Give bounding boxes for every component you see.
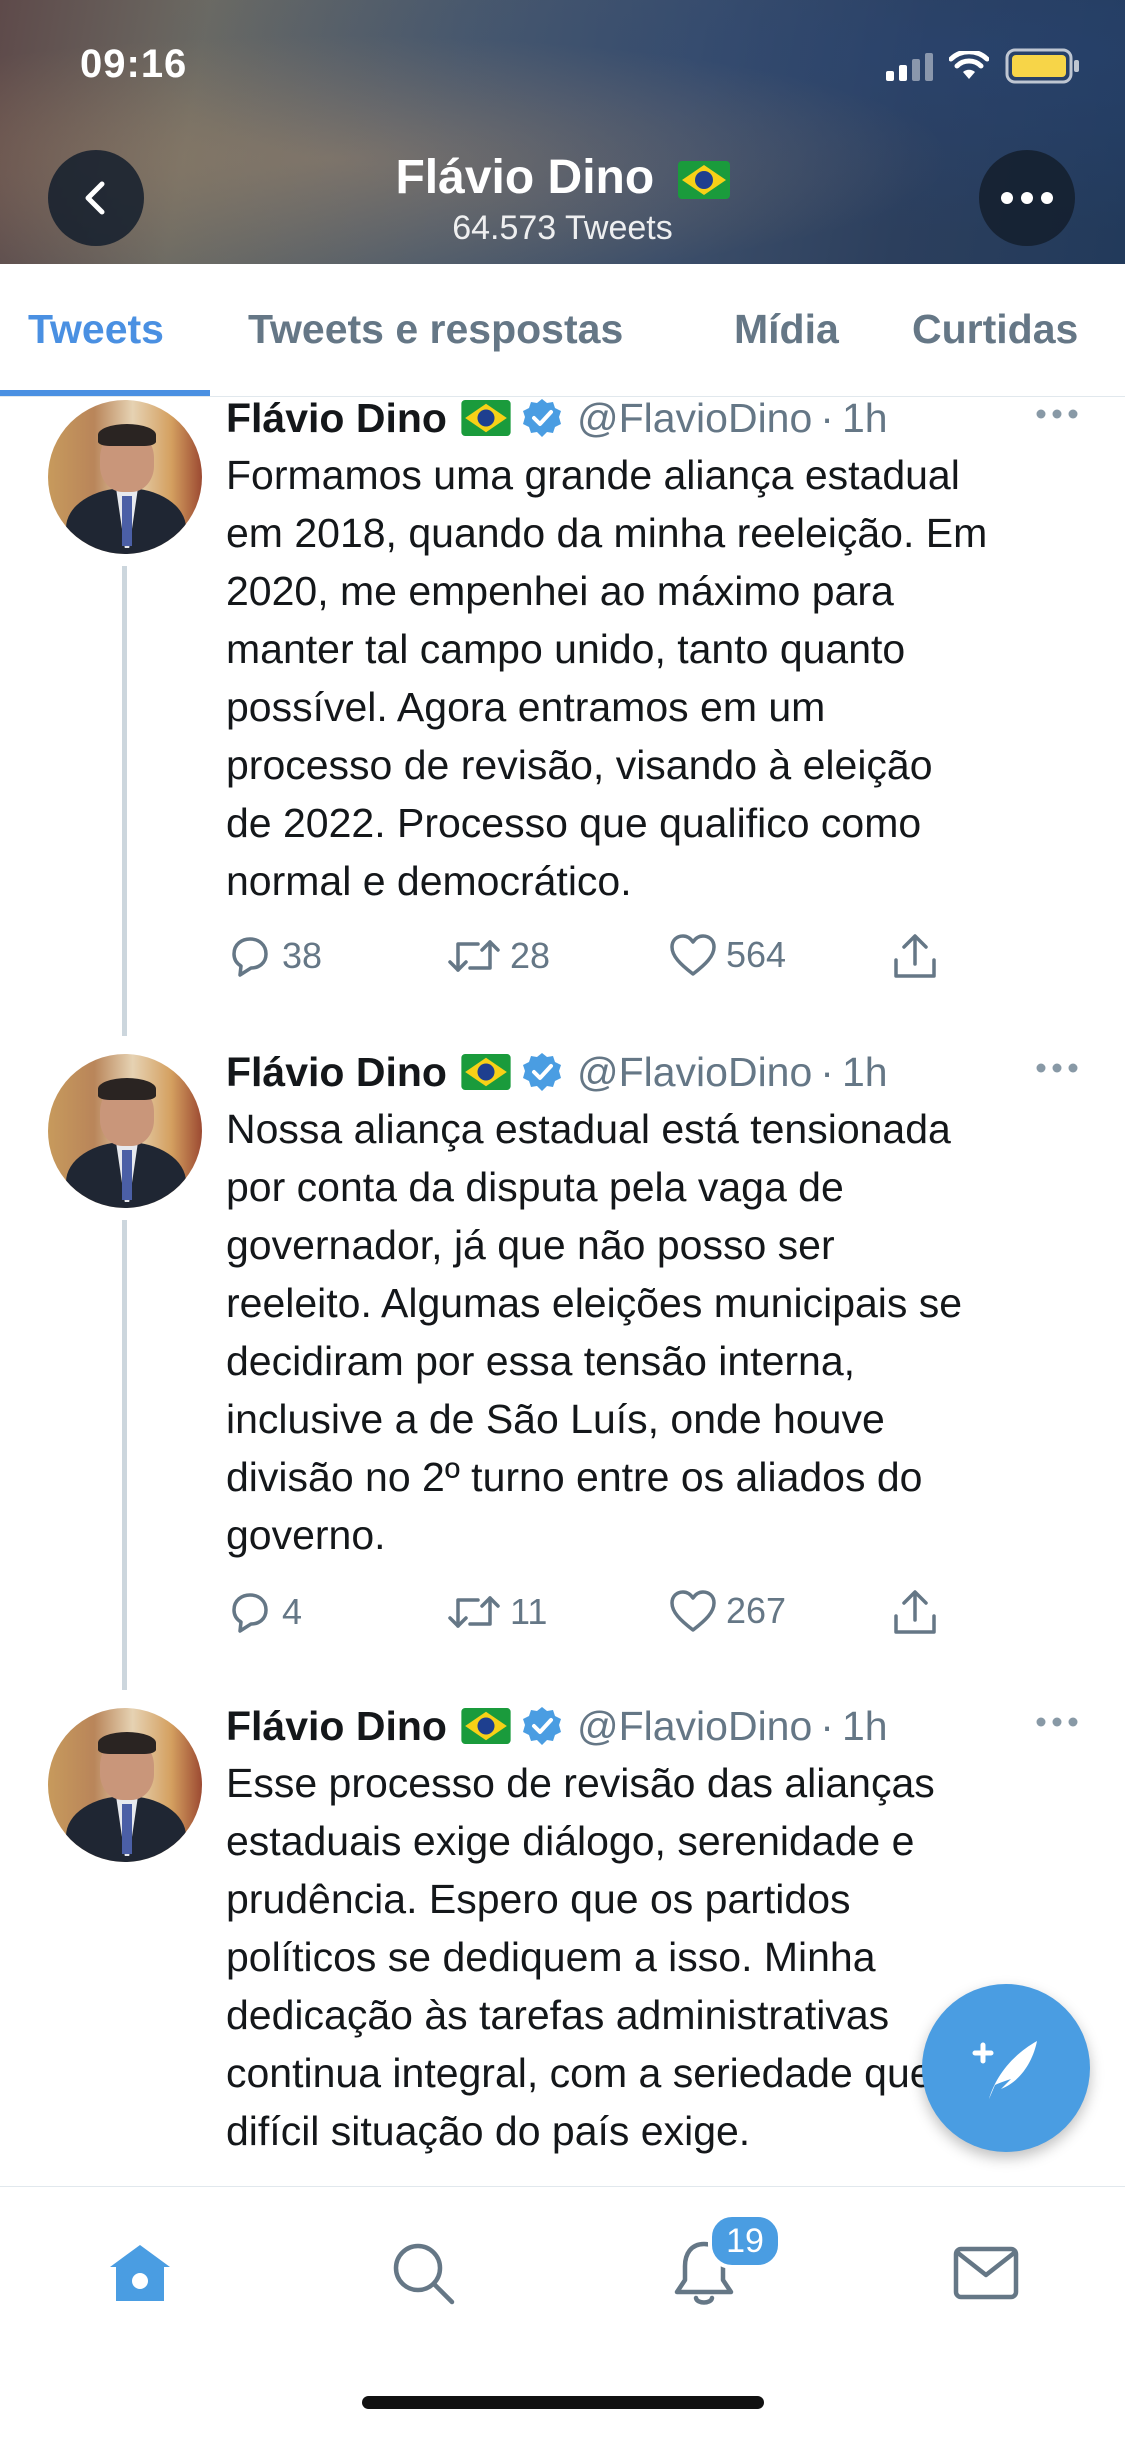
tab-media[interactable]: Mídia [734, 306, 839, 353]
reply-count: 38 [282, 935, 323, 976]
brazil-flag-icon [461, 1054, 511, 1090]
tweet-text: Nossa aliança estadual está tensionada p… [226, 1106, 963, 1558]
tab-likes[interactable]: Curtidas [912, 306, 1078, 353]
tweet-count: 64.573 Tweets [452, 209, 673, 247]
tweet-menu-button[interactable] [1033, 1702, 1081, 1747]
more-horizontal-icon [1036, 1063, 1078, 1073]
tweet-time: 1h [841, 1702, 888, 1749]
tweet-author-name[interactable]: Flávio Dino [226, 1049, 447, 1096]
avatar[interactable] [48, 1054, 202, 1208]
reply-button[interactable]: 4 [226, 1588, 302, 1636]
tab-tweets[interactable]: Tweets [28, 306, 164, 353]
battery-icon [1005, 48, 1081, 84]
retweet-button[interactable]: 11 [446, 1588, 547, 1636]
tweet-time: 1h [841, 1048, 888, 1095]
tweet-header: Flávio Dino @FlavioDino · 1h [226, 1048, 888, 1096]
profile-name: Flávio Dino [395, 151, 655, 204]
reply-icon [232, 937, 268, 977]
reply-count: 4 [282, 1591, 303, 1632]
compose-tweet-button[interactable] [922, 1984, 1090, 2152]
share-button[interactable] [890, 932, 940, 982]
verified-badge-icon [522, 399, 561, 437]
nav-search[interactable] [383, 2233, 463, 2313]
status-time: 09:16 [80, 42, 188, 86]
share-icon [894, 934, 936, 978]
mail-icon [953, 2246, 1019, 2300]
verified-badge-icon [522, 1707, 561, 1745]
search-icon [393, 2243, 455, 2305]
retweet-count: 28 [510, 935, 551, 976]
tweet-header: Flávio Dino @FlavioDino · 1h [226, 394, 888, 442]
tweet-handle[interactable]: @FlavioDino [577, 1049, 812, 1096]
profile-header: 09:16 Flávio Dino 64.573 Tweets [0, 0, 1125, 264]
retweet-count: 11 [510, 1591, 548, 1632]
avatar[interactable] [48, 1708, 202, 1862]
profile-title: Flávio Dino 64.573 Tweets [0, 150, 1125, 248]
cellular-signal-icon [886, 51, 933, 81]
wifi-icon [949, 51, 989, 81]
tweet-actions: 4 11 267 [226, 1588, 986, 1644]
brazil-flag-icon [677, 161, 730, 200]
compose-tweet-icon [972, 2041, 1037, 2099]
tab-tweets-and-replies[interactable]: Tweets e respostas [248, 306, 623, 353]
avatar[interactable] [48, 400, 202, 554]
brazil-flag-icon [461, 1708, 511, 1744]
tweet-text: Formamos uma grande aliança estadual em … [226, 452, 988, 904]
more-options-button[interactable] [979, 150, 1075, 246]
home-indicator [362, 2396, 764, 2409]
tweet[interactable]: Flávio Dino @FlavioDino · 1h Nossa alian… [0, 1042, 1125, 1692]
status-icons [886, 48, 1081, 84]
share-button[interactable] [890, 1588, 940, 1638]
profile-tabs: Tweets Tweets e respostas Mídia Curtidas [0, 264, 1125, 397]
retweet-button[interactable]: 28 [446, 932, 550, 980]
verified-badge-icon [522, 1053, 561, 1091]
nav-messages[interactable] [946, 2233, 1026, 2313]
share-icon [894, 1590, 936, 1634]
nav-home[interactable] [100, 2233, 180, 2313]
tweet-time: 1h [841, 394, 888, 441]
like-count: 267 [726, 1590, 787, 1631]
more-horizontal-icon [1036, 1717, 1078, 1727]
more-horizontal-icon [1036, 409, 1078, 419]
heart-icon [670, 1590, 716, 1632]
reply-button[interactable]: 38 [226, 932, 322, 980]
retweet-icon [448, 940, 500, 972]
like-button[interactable]: 267 [668, 1588, 786, 1634]
brazil-flag-icon [461, 400, 511, 436]
like-count: 564 [726, 934, 787, 975]
tweet-handle[interactable]: @FlavioDino [577, 395, 812, 442]
tweet-handle[interactable]: @FlavioDino [577, 1703, 812, 1750]
tweet-header: Flávio Dino @FlavioDino · 1h [226, 1702, 888, 1750]
tweet-author-name[interactable]: Flávio Dino [226, 395, 447, 442]
retweet-icon [448, 1596, 500, 1628]
tweet-actions: 38 28 564 [226, 932, 986, 988]
tweet-menu-button[interactable] [1033, 1048, 1081, 1093]
tweet[interactable]: Flávio Dino @FlavioDino · 1h Formamos um… [0, 388, 1125, 1038]
tweet-menu-button[interactable] [1033, 394, 1081, 439]
reply-icon [232, 1593, 268, 1633]
more-horizontal-icon [1001, 192, 1053, 204]
tweet-author-name[interactable]: Flávio Dino [226, 1703, 447, 1750]
heart-icon [670, 934, 716, 976]
home-icon [110, 2245, 170, 2301]
notifications-badge: 19 [708, 2213, 782, 2269]
like-button[interactable]: 564 [668, 932, 786, 978]
